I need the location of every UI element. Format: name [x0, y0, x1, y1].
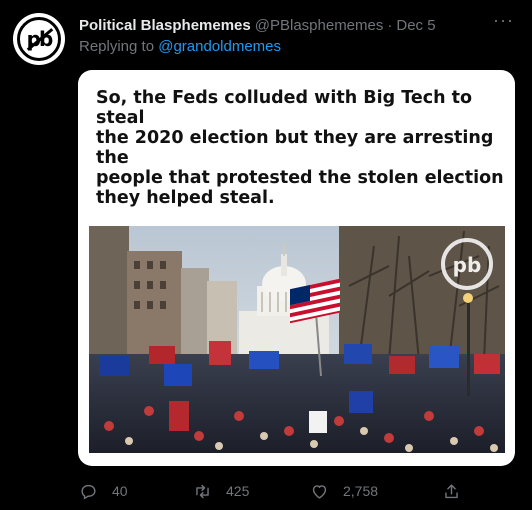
- tweet-actions: 40 425 2,758: [79, 478, 479, 504]
- like-count: 2,758: [343, 483, 379, 499]
- more-options-icon[interactable]: ···: [493, 10, 514, 31]
- retweet-icon: [196, 484, 209, 498]
- user-handle[interactable]: @PBlasphememes: [255, 17, 384, 34]
- share-button[interactable]: [442, 478, 461, 504]
- retweet-count: 425: [226, 483, 250, 499]
- tweet-date[interactable]: Dec 5: [396, 17, 435, 34]
- like-button[interactable]: 2,758: [310, 478, 378, 504]
- display-name[interactable]: Political Blasphememes: [79, 17, 251, 34]
- watermark-logo: pb: [453, 253, 482, 277]
- avatar[interactable]: pb: [13, 13, 65, 65]
- rally-photo: pb: [89, 226, 505, 453]
- retweet-button[interactable]: 425: [193, 478, 249, 504]
- meme-caption: So, the Feds colluded with Big Tech to s…: [96, 88, 504, 248]
- reply-icon: [81, 484, 96, 500]
- share-icon: [445, 483, 458, 498]
- reply-handle-link[interactable]: @grandoldmemes: [158, 38, 281, 55]
- reply-button[interactable]: 40: [79, 478, 128, 504]
- avatar-logo: pb: [17, 17, 61, 61]
- meme-image[interactable]: So, the Feds colluded with Big Tech to s…: [78, 70, 515, 466]
- separator-dot: ·: [387, 16, 393, 34]
- tweet-header: Political Blasphememes @PBlasphememes · …: [79, 10, 518, 36]
- reply-count: 40: [112, 483, 128, 499]
- replying-to: Replying to @grandoldmemes: [79, 38, 281, 55]
- like-icon: [312, 484, 327, 499]
- tweet[interactable]: pb Political Blasphememes @PBlasphememes…: [0, 0, 532, 510]
- replying-to-label: Replying to: [79, 38, 159, 55]
